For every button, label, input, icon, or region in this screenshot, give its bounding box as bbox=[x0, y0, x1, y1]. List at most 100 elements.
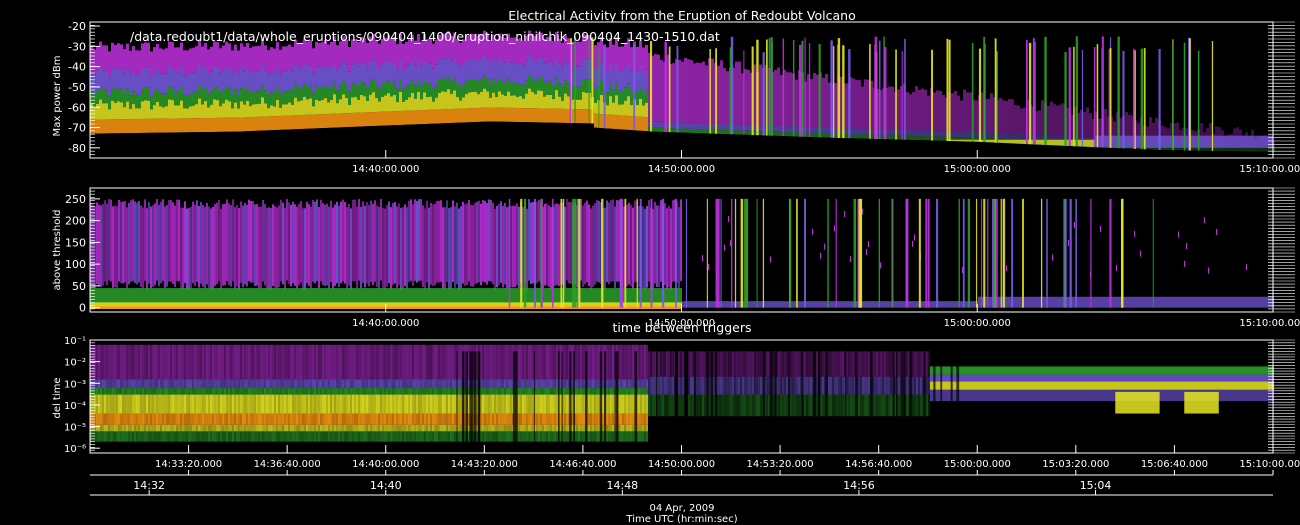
heat-cell bbox=[646, 206, 648, 288]
heat-cell bbox=[348, 71, 351, 92]
heat-cell bbox=[825, 133, 828, 138]
heat-cell bbox=[372, 203, 374, 286]
heat-cell bbox=[231, 75, 234, 96]
heat-cell bbox=[795, 126, 798, 133]
heat-cell bbox=[108, 96, 111, 110]
heat-cell bbox=[428, 379, 430, 389]
heat-cell bbox=[216, 117, 219, 132]
heat-cell bbox=[124, 344, 126, 380]
heat-cell bbox=[351, 84, 354, 98]
heat-cell bbox=[1026, 296, 1028, 308]
heat-cell bbox=[558, 306, 560, 309]
heat-cell bbox=[480, 78, 483, 92]
heat-cell bbox=[1216, 296, 1218, 308]
heat-cell bbox=[242, 388, 244, 395]
heat-cell bbox=[394, 306, 396, 309]
heat-cell bbox=[232, 306, 234, 309]
heat-cell bbox=[450, 109, 453, 124]
heat-cell bbox=[374, 413, 376, 425]
heat-cell bbox=[201, 46, 204, 72]
heat-cell bbox=[178, 302, 180, 307]
heat-cell bbox=[434, 288, 436, 304]
heat-cell bbox=[150, 413, 152, 425]
heat-cell bbox=[286, 431, 288, 442]
heat-cell bbox=[297, 115, 300, 130]
heat-cell bbox=[954, 131, 957, 138]
heat-cell bbox=[120, 431, 122, 442]
heat-cell bbox=[1252, 296, 1254, 308]
heat-cell bbox=[192, 413, 194, 425]
heat-cell bbox=[266, 413, 268, 425]
heat-cell bbox=[666, 208, 668, 290]
heat-cell bbox=[333, 81, 336, 95]
heat-cell bbox=[162, 424, 164, 432]
heat-cell bbox=[372, 79, 375, 93]
heat-cell bbox=[122, 302, 124, 307]
heat-cell bbox=[952, 301, 954, 308]
heat-cell bbox=[168, 431, 170, 442]
heat-cell bbox=[288, 44, 291, 70]
scatter-cell bbox=[862, 208, 863, 215]
heat-cell bbox=[540, 77, 543, 91]
heat-cell bbox=[624, 42, 627, 68]
heat-cell bbox=[548, 205, 550, 287]
heat-cell bbox=[122, 431, 124, 442]
scatter-cell bbox=[1068, 240, 1069, 247]
heat-cell bbox=[272, 424, 274, 432]
heat-cell bbox=[168, 379, 170, 389]
heat-cell bbox=[309, 85, 312, 99]
heat-cell bbox=[176, 388, 178, 395]
heat-cell bbox=[292, 413, 294, 425]
heat-cell bbox=[104, 394, 106, 414]
heat-cell bbox=[284, 288, 286, 304]
heat-cell bbox=[789, 126, 792, 133]
heat-cell bbox=[192, 72, 195, 93]
heat-cell bbox=[260, 288, 262, 304]
heat-cell bbox=[458, 302, 460, 307]
heat-cell bbox=[472, 306, 474, 309]
heat-cell bbox=[116, 394, 118, 414]
heat-cell bbox=[483, 55, 486, 76]
heat-cell bbox=[330, 413, 332, 425]
scatter-cell bbox=[1100, 225, 1101, 232]
heat-cell bbox=[273, 106, 276, 117]
heat-cell bbox=[326, 388, 328, 395]
heat-cell bbox=[898, 301, 900, 308]
heat-cell bbox=[252, 200, 254, 283]
heat-cell bbox=[344, 431, 346, 442]
heat-cell bbox=[328, 288, 330, 304]
heat-cell bbox=[288, 202, 290, 285]
heat-cell bbox=[1254, 296, 1256, 308]
heat-cell bbox=[720, 60, 723, 124]
heat-cell bbox=[1050, 296, 1052, 308]
heat-cell bbox=[398, 388, 400, 395]
heat-cell bbox=[165, 48, 168, 74]
heat-cell bbox=[238, 208, 240, 290]
heat-cell bbox=[378, 394, 380, 414]
heat-cell bbox=[366, 302, 368, 307]
heat-cell bbox=[333, 113, 336, 128]
heat-cell bbox=[186, 344, 188, 380]
heat-cell bbox=[639, 85, 642, 99]
heat-cell bbox=[312, 306, 314, 309]
heat-cell bbox=[196, 306, 198, 309]
heat-cell bbox=[320, 388, 322, 395]
heat-cell bbox=[648, 288, 650, 304]
heat-cell bbox=[285, 91, 288, 105]
heat-cell bbox=[484, 424, 486, 432]
heat-cell bbox=[314, 431, 316, 442]
heat-cell bbox=[278, 306, 280, 309]
heat-cell bbox=[866, 301, 868, 308]
heat-cell bbox=[484, 431, 486, 442]
heat-cell bbox=[206, 306, 208, 309]
heat-cell bbox=[322, 379, 324, 389]
scatter-cell bbox=[728, 215, 729, 222]
heat-cell bbox=[116, 306, 118, 309]
heat-cell bbox=[190, 413, 192, 425]
heat-cell bbox=[327, 102, 330, 114]
heat-cell bbox=[940, 301, 942, 308]
heat-cell bbox=[138, 50, 141, 76]
heat-cell bbox=[318, 288, 320, 304]
heat-cell bbox=[213, 86, 216, 100]
heat-cell bbox=[236, 344, 238, 380]
